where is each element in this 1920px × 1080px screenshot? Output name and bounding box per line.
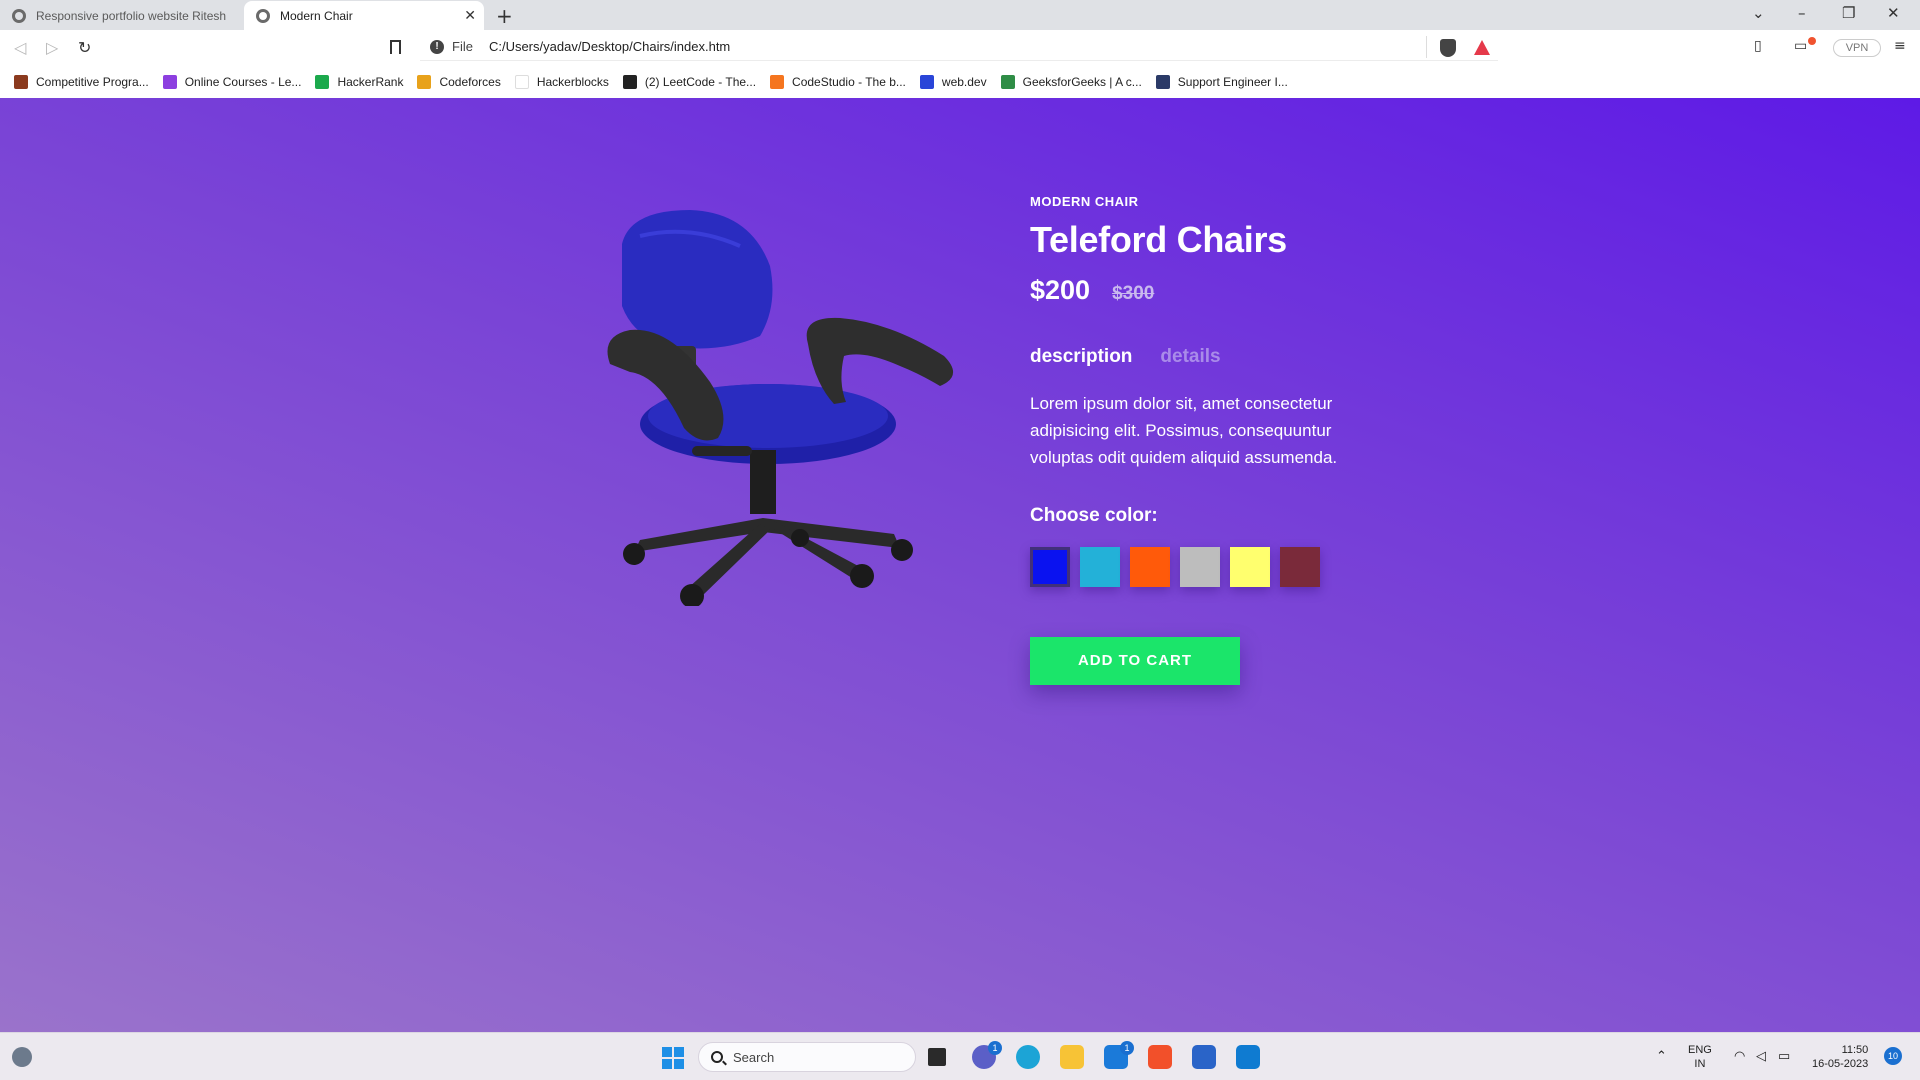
bookmark-icon[interactable] (390, 40, 401, 54)
bookmark-item[interactable]: Hackerblocks (514, 75, 609, 89)
bookmark-favicon-icon (514, 75, 529, 89)
color-swatch[interactable] (1080, 547, 1120, 587)
globe-icon (12, 8, 26, 23)
bookmark-item[interactable]: Support Engineer I... (1155, 75, 1288, 89)
taskbar-search[interactable]: Search (698, 1042, 916, 1072)
choose-color-label: Choose color: (1030, 505, 1158, 526)
product-page: MODERN CHAIR Teleford Chairs $200 $300 d… (0, 98, 1920, 1032)
store-icon[interactable] (1192, 1045, 1216, 1069)
product-info: MODERN CHAIR Teleford Chairs $200 $300 d… (1030, 194, 1450, 685)
windows-taskbar: Search 1 1 ⌃ ENG IN ◠ ◁ ▭ 11:50 16-05-20… (0, 1032, 1920, 1080)
price-row: $200 $300 (1030, 275, 1450, 306)
chair-right-armrest (806, 317, 954, 404)
sidebar-toggle-icon[interactable]: ▯ (1754, 38, 1762, 54)
chair-backrest (622, 210, 773, 349)
color-swatches (1030, 547, 1450, 587)
color-swatch[interactable] (1230, 547, 1270, 587)
bookmark-favicon-icon (1155, 75, 1170, 89)
tab-modern-chair[interactable]: Modern Chair ✕ (244, 1, 484, 30)
brave-icon[interactable] (1148, 1045, 1172, 1069)
tab-strip: Responsive portfolio website Ritesh Mode… (0, 0, 1920, 30)
chevron-up-icon[interactable]: ⌃ (1656, 1049, 1667, 1063)
color-swatch[interactable] (1180, 547, 1220, 587)
bookmark-favicon-icon (919, 75, 934, 89)
search-icon (711, 1051, 723, 1063)
product-tabs: description details (1030, 346, 1450, 368)
new-tab-button[interactable]: + (496, 4, 513, 28)
weather-widget-icon[interactable] (12, 1047, 32, 1067)
product-category: MODERN CHAIR (1030, 194, 1139, 209)
wallet-icon[interactable]: ▭ (1794, 38, 1807, 54)
color-swatch[interactable] (1130, 547, 1170, 587)
product-title: Teleford Chairs (1030, 219, 1287, 260)
vscode-icon[interactable] (1236, 1045, 1260, 1069)
old-price: $300 (1112, 283, 1155, 304)
bookmark-favicon-icon (417, 75, 432, 89)
menu-icon[interactable]: ≡ (1894, 38, 1906, 54)
vpn-button[interactable]: VPN (1833, 39, 1881, 57)
file-explorer-icon[interactable] (1060, 1045, 1084, 1069)
battery-icon[interactable]: ▭ (1778, 1049, 1790, 1063)
tab-portfolio[interactable]: Responsive portfolio website Ritesh (0, 1, 242, 30)
bookmark-favicon-icon (315, 75, 330, 89)
teams-badge: 1 (988, 1041, 1002, 1055)
forward-icon[interactable]: ▷ (46, 38, 58, 57)
tab-title: Modern Chair (280, 8, 353, 23)
bookmark-item[interactable]: HackerRank (315, 75, 403, 89)
notification-dot (1808, 37, 1816, 45)
date: 16-05-2023 (1812, 1058, 1869, 1070)
bookmark-item[interactable]: CodeStudio - The b... (770, 75, 906, 89)
chair-column (750, 450, 776, 514)
close-tab-button[interactable]: ✕ (464, 7, 476, 24)
brave-rewards-icon[interactable] (1474, 40, 1490, 55)
bookmark-item[interactable]: Codeforces (417, 75, 501, 89)
scheme-label: File (452, 39, 473, 54)
bookmark-item[interactable]: (2) LeetCode - The... (622, 75, 756, 89)
wifi-icon[interactable]: ◠ (1734, 1049, 1745, 1063)
color-swatch[interactable] (1280, 547, 1320, 587)
current-price: $200 (1030, 275, 1091, 305)
start-button[interactable] (662, 1047, 684, 1069)
reload-icon[interactable]: ↻ (78, 38, 91, 57)
notification-count[interactable]: 10 (1884, 1047, 1902, 1065)
minimize-icon[interactable]: – (1798, 4, 1806, 22)
bookmarks-bar: Competitive Progra... Online Courses - L… (0, 66, 1920, 98)
close-window-icon[interactable]: ✕ (1887, 4, 1900, 22)
mail-badge: 1 (1120, 1041, 1134, 1055)
bookmark-favicon-icon (162, 75, 177, 89)
url-text[interactable]: C:/Users/yadav/Desktop/Chairs/index.htm (489, 39, 730, 54)
tab-details[interactable]: details (1160, 346, 1220, 368)
browser-toolbar: ◁ ▷ ↻ ! File C:/Users/yadav/Desktop/Chai… (0, 30, 1920, 66)
bookmark-favicon-icon (1000, 75, 1015, 89)
volume-icon[interactable]: ◁ (1756, 1049, 1766, 1063)
address-bar[interactable]: ! File C:/Users/yadav/Desktop/Chairs/ind… (420, 33, 1498, 61)
bookmark-item[interactable]: Competitive Progra... (14, 75, 149, 89)
language-indicator[interactable]: ENG IN (1688, 1043, 1712, 1071)
tab-title: Responsive portfolio website Ritesh (36, 8, 227, 23)
edge-icon[interactable] (1016, 1045, 1040, 1069)
add-to-cart-button[interactable]: ADD TO CART (1030, 637, 1240, 685)
chair-illustration (607, 210, 954, 608)
tab-search-chevron-icon[interactable]: ⌄ (1752, 4, 1765, 22)
task-view-icon[interactable] (928, 1048, 946, 1066)
bookmark-item[interactable]: GeeksforGeeks | A c... (1000, 75, 1142, 89)
bookmark-favicon-icon (622, 75, 637, 89)
bookmark-item[interactable]: Online Courses - Le... (162, 75, 301, 89)
clock[interactable]: 11:50 16-05-2023 (1812, 1043, 1868, 1071)
bookmark-favicon-icon (770, 75, 785, 89)
search-placeholder: Search (733, 1049, 775, 1065)
product-description: Lorem ipsum dolor sit, amet consectetur … (1030, 394, 1338, 467)
color-swatch[interactable] (1030, 547, 1070, 587)
globe-icon (256, 8, 270, 23)
chair-image (600, 206, 960, 608)
info-icon[interactable]: ! (430, 39, 444, 54)
brave-shields-icon[interactable] (1440, 39, 1456, 57)
bookmark-favicon-icon (14, 75, 28, 89)
address-divider (1426, 36, 1427, 58)
tab-description[interactable]: description (1030, 346, 1132, 368)
back-icon[interactable]: ◁ (14, 38, 26, 57)
time: 11:50 (1841, 1044, 1869, 1056)
restore-icon[interactable]: ❐ (1842, 4, 1855, 22)
bookmark-item[interactable]: web.dev (919, 75, 987, 89)
